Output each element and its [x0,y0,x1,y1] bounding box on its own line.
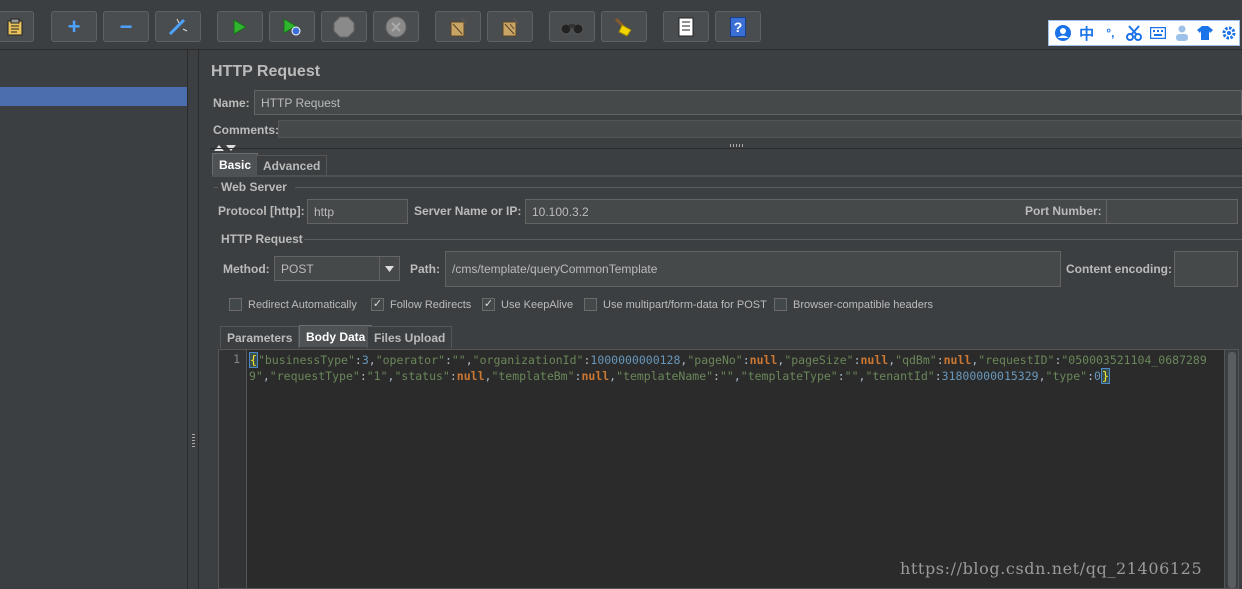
help-icon: ? [730,16,746,37]
scissors-icon[interactable] [1124,23,1144,43]
web-server-border-left [214,187,218,188]
expand-all-button[interactable]: + [51,11,97,42]
use-keepalive-checkbox[interactable]: ✓ Use KeepAlive [482,298,573,311]
start-no-pauses-button[interactable] [269,11,315,42]
name-field[interactable]: HTTP Request [254,90,1242,115]
scrollbar-thumb[interactable] [1228,352,1236,588]
play-no-timers-icon [283,17,301,36]
watermark: https://blog.csdn.net/qq_21406125 [900,559,1203,578]
ime-toolbar: 中 °, [1048,20,1240,46]
browser-compatible-headers-checkbox[interactable]: Browser-compatible headers [774,298,933,311]
line-number: 1 [233,352,240,366]
stop-button[interactable] [321,11,367,42]
broom-icon [447,16,469,38]
comments-field[interactable] [278,120,1242,138]
chevron-down-icon[interactable] [379,257,399,280]
protocol-field[interactable]: http [307,199,408,224]
method-select[interactable]: POST [274,256,400,281]
tab-underline [212,175,1242,177]
http-request-section-title: HTTP Request [221,232,303,246]
checkbox-label: Use multipart/form-data for POST [603,298,767,311]
shutdown-button[interactable] [373,11,419,42]
person-icon[interactable] [1172,23,1192,43]
plus-icon: + [67,13,81,39]
function-helper-button[interactable] [663,11,709,42]
shirt-icon[interactable] [1196,23,1216,43]
tab-advanced[interactable]: Advanced [256,155,328,175]
divider [210,148,1242,149]
templates-button[interactable] [0,11,34,42]
selected-tree-node[interactable] [0,87,187,106]
collapse-all-button[interactable]: − [103,11,149,42]
panel-splitter[interactable] [188,50,199,589]
checkbox-label: Redirect Automatically [248,298,357,311]
multipart-form-data-checkbox[interactable]: Use multipart/form-data for POST [584,298,767,311]
editor-scrollbar[interactable] [1224,350,1238,588]
path-field[interactable]: /cms/template/queryCommonTemplate [445,251,1061,287]
method-label: Method: [223,262,270,276]
port-number-label: Port Number: [1025,204,1102,218]
tab-parameters[interactable]: Parameters [220,326,300,348]
shutdown-icon [385,16,407,38]
port-number-field[interactable] [1106,199,1238,224]
user-icon[interactable] [1053,23,1073,43]
gear-icon[interactable] [1219,23,1239,43]
play-icon [233,18,247,35]
checkbox-box[interactable] [774,298,787,311]
splitter-grip-icon[interactable] [192,434,195,448]
minus-icon: − [119,13,133,39]
redirect-automatically-checkbox[interactable]: Redirect Automatically [229,298,357,311]
web-server-title: Web Server [221,180,287,194]
http-request-section-border [304,239,1242,240]
checkbox-label: Follow Redirects [390,298,472,311]
search-button[interactable] [549,11,595,42]
reset-search-icon [613,16,635,38]
protocol-label: Protocol [http]: [218,204,305,218]
stop-icon [333,16,355,38]
line-number-gutter: 1 [219,350,247,588]
start-button[interactable] [217,11,263,42]
body-data-text[interactable]: {"businessType":3,"operator":"","organiz… [249,352,1219,384]
wand-icon [167,17,189,37]
test-plan-tree[interactable] [0,50,188,589]
tab-basic[interactable]: Basic [212,153,259,175]
method-value: POST [281,261,314,276]
checkbox-label: Browser-compatible headers [793,298,934,311]
content-encoding-label: Content encoding: [1066,262,1172,276]
chinese-mode-icon[interactable]: 中 [1077,23,1097,43]
web-server-border [295,187,1242,188]
server-name-label: Server Name or IP: [414,204,522,218]
tab-body-data[interactable]: Body Data [299,325,373,347]
comments-label: Comments: [213,123,280,137]
page-title: HTTP Request [211,63,321,80]
checkbox-box[interactable] [229,298,242,311]
reset-search-button[interactable] [601,11,647,42]
path-label: Path: [410,262,440,276]
checkbox-box[interactable]: ✓ [482,298,495,311]
keyboard-icon[interactable] [1148,23,1168,43]
list-icon [676,17,696,37]
divider-grip-icon[interactable] [730,144,744,147]
follow-redirects-checkbox[interactable]: ✓ Follow Redirects [371,298,471,311]
clipboard-icon [7,18,23,36]
toggle-button[interactable] [155,11,201,42]
clear-button[interactable] [435,11,481,42]
checkbox-box[interactable] [584,298,597,311]
help-button[interactable]: ? [715,11,761,42]
tab-files-upload[interactable]: Files Upload [367,326,453,348]
binoculars-icon [560,19,584,35]
content-encoding-field[interactable] [1174,251,1238,287]
checkbox-box[interactable]: ✓ [371,298,384,311]
checkbox-label: Use KeepAlive [501,298,574,311]
clear-all-button[interactable] [487,11,533,42]
body-data-editor[interactable]: 1 {"businessType":3,"operator":"","organ… [218,349,1239,589]
name-label: Name: [213,96,250,110]
broom-all-icon [499,16,521,38]
punctuation-icon[interactable]: °, [1101,23,1121,43]
